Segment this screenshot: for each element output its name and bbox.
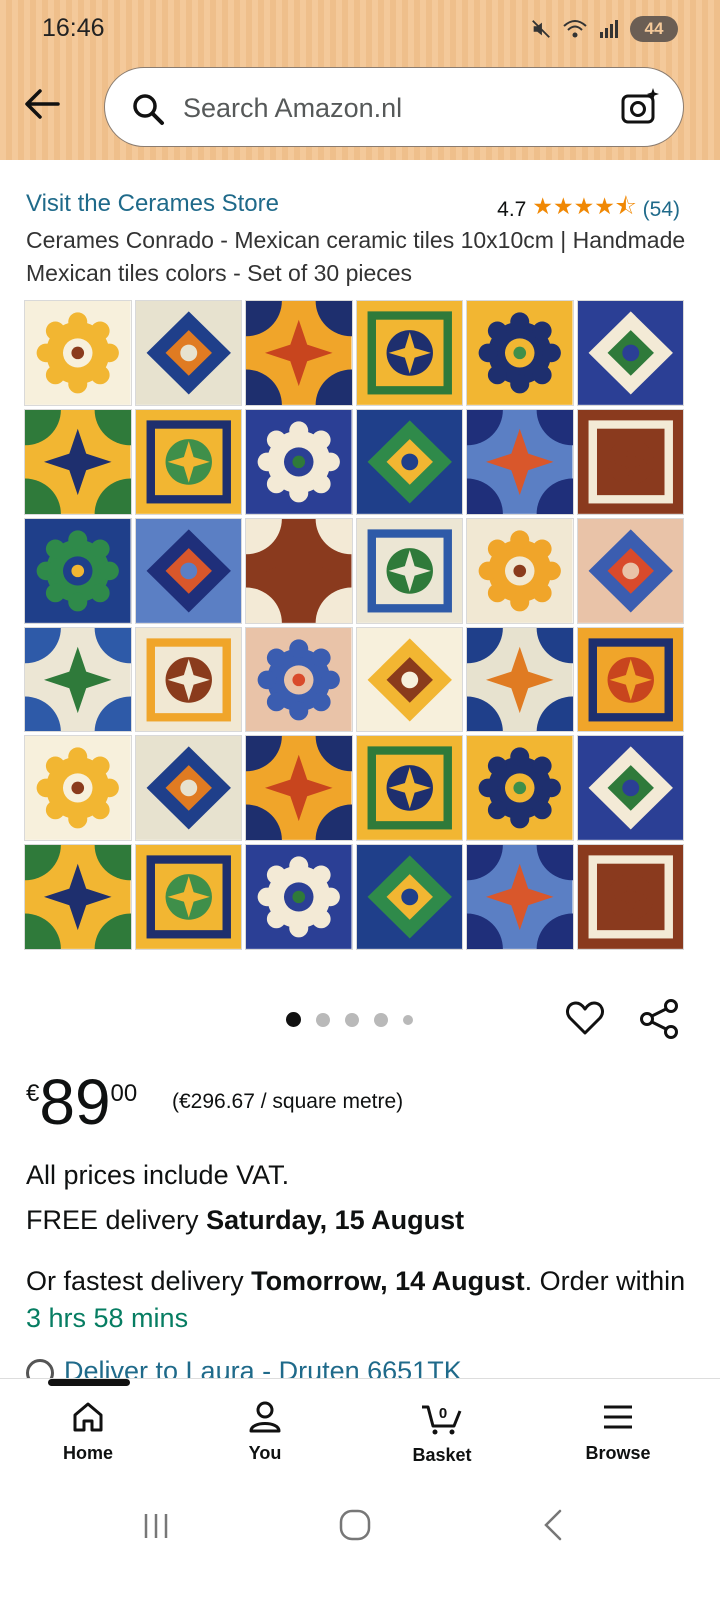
back-arrow-icon[interactable] — [22, 86, 62, 122]
free-delivery-date: Saturday, 15 August — [206, 1205, 465, 1235]
home-button-icon[interactable] — [338, 1508, 372, 1542]
search-bar[interactable] — [104, 67, 684, 147]
tile-pattern — [24, 408, 132, 515]
tile-pattern — [134, 735, 242, 842]
tile-pattern — [24, 844, 132, 950]
tile-pattern — [466, 300, 574, 406]
header: 16:46 44 — [0, 0, 720, 160]
tile-pattern — [576, 844, 684, 950]
tile-pattern — [24, 300, 132, 406]
fast-delivery-date: Tomorrow, 14 August — [251, 1266, 525, 1296]
status-time: 16:46 — [42, 14, 105, 42]
tile-pattern — [245, 408, 353, 515]
tile-pattern — [134, 626, 242, 733]
tile-pattern — [576, 408, 684, 515]
nav-home[interactable]: Home — [28, 1399, 148, 1464]
user-icon — [249, 1401, 281, 1433]
tile-pattern — [576, 735, 684, 842]
store-link[interactable]: Visit the Cerames Store — [26, 190, 279, 218]
wishlist-heart-icon[interactable] — [565, 998, 605, 1038]
tile-pattern — [134, 844, 242, 950]
tile-pattern — [355, 844, 463, 950]
tile-pattern — [355, 300, 463, 406]
system-back-icon[interactable] — [540, 1508, 566, 1542]
product-title: Cerames Conrado - Mexican ceramic tiles … — [26, 227, 686, 286]
system-nav-bar — [0, 1478, 720, 1600]
free-delivery-label: FREE delivery — [26, 1205, 207, 1235]
carousel-dots — [286, 1012, 413, 1027]
tile-pattern — [134, 300, 242, 406]
tile-pattern — [355, 517, 463, 624]
price: € 89 00 — [26, 1070, 137, 1134]
product-image[interactable] — [24, 300, 684, 950]
order-within-label: . Order within — [524, 1266, 686, 1296]
tile-pattern — [355, 408, 463, 515]
tile-pattern — [576, 300, 684, 406]
carousel-dot[interactable] — [316, 1012, 330, 1027]
status-icons: 44 — [530, 16, 678, 42]
unit-price: (€296.67 / square metre) — [172, 1090, 404, 1113]
search-input[interactable] — [183, 88, 603, 128]
fast-delivery-label: Or fastest delivery — [26, 1266, 252, 1296]
signal-icon — [600, 20, 618, 38]
menu-icon — [604, 1405, 632, 1429]
mute-icon — [532, 20, 550, 38]
nav-active-indicator — [48, 1379, 130, 1386]
free-delivery: FREE delivery Saturday, 15 August — [26, 1205, 464, 1236]
tile-pattern — [355, 626, 463, 733]
basket-icon: 0 — [422, 1405, 462, 1435]
tile-pattern — [576, 626, 684, 733]
nav-you[interactable]: You — [205, 1399, 325, 1464]
tile-pattern — [466, 844, 574, 950]
price-whole: 89 — [39, 1066, 111, 1138]
tile-pattern — [576, 517, 684, 624]
fastest-delivery: Or fastest delivery Tomorrow, 14 August.… — [26, 1263, 696, 1337]
nav-home-label: Home — [62, 1443, 113, 1463]
tile-pattern — [24, 626, 132, 733]
tile-pattern — [245, 517, 353, 624]
tile-pattern — [134, 408, 242, 515]
share-icon[interactable] — [638, 998, 680, 1040]
nav-basket-label: Basket — [412, 1445, 472, 1465]
deliver-to-link[interactable]: Deliver to Laura - Druten 6651TK — [26, 1356, 696, 1378]
search-icon — [133, 94, 164, 125]
rating-count[interactable]: (54) — [643, 198, 680, 222]
location-icon — [26, 1358, 54, 1378]
nav-basket[interactable]: 0 Basket — [382, 1399, 502, 1466]
price-currency: € — [26, 1080, 40, 1107]
tile-pattern — [245, 300, 353, 406]
tile-pattern — [466, 408, 574, 515]
home-icon — [73, 1402, 103, 1432]
rating-value: 4.7 — [497, 197, 527, 221]
carousel-dot[interactable] — [374, 1012, 388, 1027]
carousel-dot[interactable] — [345, 1012, 359, 1027]
nav-you-label: You — [248, 1443, 282, 1463]
vat-notice: All prices include VAT. — [26, 1160, 290, 1190]
nav-browse[interactable]: Browse — [558, 1399, 678, 1464]
nav-browse-label: Browse — [585, 1443, 651, 1463]
wifi-icon — [563, 20, 587, 38]
tile-pattern — [245, 626, 353, 733]
tile-pattern — [24, 517, 132, 624]
tile-pattern — [355, 735, 463, 842]
tile-pattern — [245, 844, 353, 950]
tile-pattern — [24, 735, 132, 842]
tile-pattern — [466, 626, 574, 733]
delivery-countdown: 3 hrs 58 mins — [26, 1303, 189, 1333]
carousel-dot[interactable] — [286, 1012, 301, 1027]
tile-pattern — [245, 735, 353, 842]
status-bar: 16:46 44 — [0, 10, 720, 50]
carousel-dot[interactable] — [403, 1014, 413, 1025]
basket-count: 0 — [439, 1405, 447, 1422]
price-fraction: 00 — [110, 1080, 138, 1107]
battery-indicator: 44 — [630, 16, 678, 42]
tile-pattern — [466, 517, 574, 624]
camera-search-icon[interactable] — [619, 86, 661, 128]
deliver-to-text: Deliver to Laura - Druten 6651TK — [64, 1356, 462, 1378]
recent-apps-icon[interactable] — [140, 1510, 172, 1542]
tile-pattern — [466, 735, 574, 842]
tile-pattern — [134, 517, 242, 624]
bottom-nav: Home You 0 Basket Browse — [0, 1378, 720, 1478]
